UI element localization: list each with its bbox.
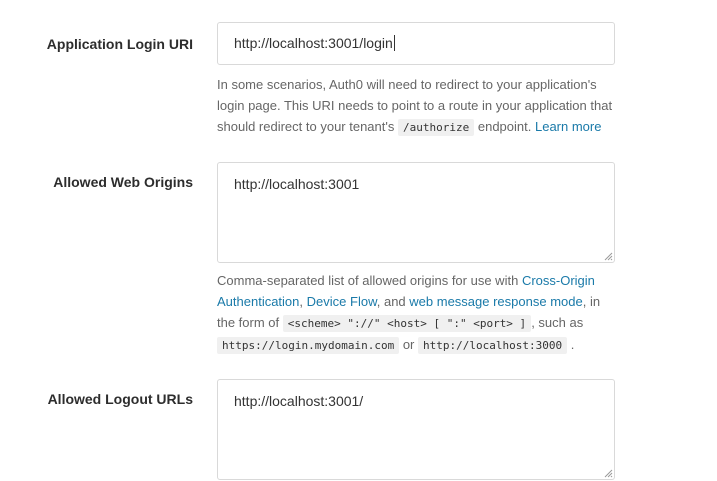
help-text-such-as: , such as: [531, 315, 584, 330]
web-origins-help-text: Comma-separated list of allowed origins …: [217, 273, 519, 288]
help-separator: , and: [376, 294, 406, 309]
authorize-code: /authorize: [398, 119, 475, 136]
logout-urls-value: http://localhost:3001/: [234, 393, 364, 409]
help-text-or: or: [402, 337, 415, 352]
example-code-2: http://localhost:3000: [418, 337, 568, 354]
login-uri-help: In some scenarios, Auth0 will need to re…: [217, 74, 617, 138]
resize-handle-icon[interactable]: [603, 251, 613, 261]
login-uri-input[interactable]: http://localhost:3001/login: [217, 22, 615, 65]
logout-urls-textarea[interactable]: http://localhost:3001/: [217, 379, 615, 480]
web-origins-textarea[interactable]: http://localhost:3001: [217, 162, 615, 263]
example-code-1: https://login.mydomain.com: [217, 337, 400, 354]
device-flow-link[interactable]: Device Flow: [307, 294, 377, 309]
web-origins-help: Comma-separated list of allowed origins …: [217, 270, 617, 356]
help-separator: ,: [299, 294, 304, 309]
help-text-end: .: [570, 337, 575, 352]
resize-handle-icon[interactable]: [603, 468, 613, 478]
text-caret: [393, 35, 395, 51]
web-message-response-mode-link[interactable]: web message response mode: [409, 294, 582, 309]
learn-more-link[interactable]: Learn more: [535, 119, 601, 134]
login-uri-value: http://localhost:3001/login: [234, 35, 393, 51]
web-origins-value: http://localhost:3001: [234, 176, 360, 192]
login-uri-help-suffix: endpoint.: [477, 119, 532, 134]
format-code: <scheme> "://" <host> [ ":" <port> ]: [282, 315, 532, 332]
login-uri-label: Application Login URI: [46, 36, 193, 52]
web-origins-label: Allowed Web Origins: [53, 174, 193, 190]
logout-urls-label: Allowed Logout URLs: [47, 391, 193, 407]
